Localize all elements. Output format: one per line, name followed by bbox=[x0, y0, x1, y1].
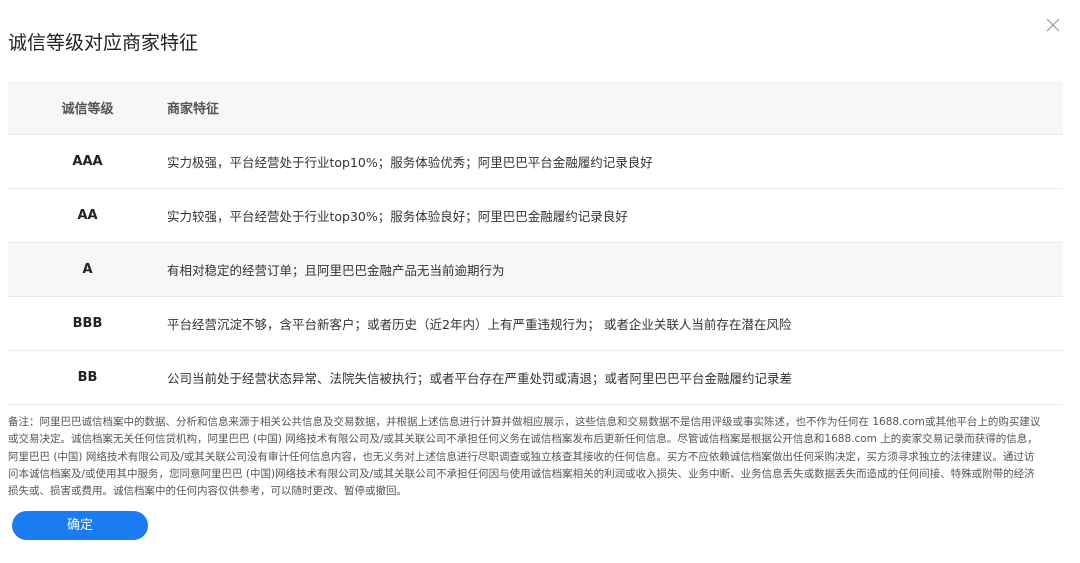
merchant-feature-cell: 公司当前处于经营状态异常、法院失信被执行；或者平台存在严重处罚或清退；或者阿里巴… bbox=[167, 350, 1063, 405]
credit-level-cell: AAA bbox=[8, 134, 167, 189]
credit-level-table: 诚信等级 商家特征 AAA 实力极强，平台经营处于行业top10%；服务体验优秀… bbox=[8, 81, 1063, 405]
merchant-feature-cell: 有相对稳定的经营订单；且阿里巴巴金融产品无当前逾期行为 bbox=[167, 242, 1063, 297]
table-header-row: 诚信等级 商家特征 bbox=[8, 81, 1063, 135]
merchant-feature-cell: 实力较强，平台经营处于行业top30%；服务体验良好；阿里巴巴金融履约记录良好 bbox=[167, 188, 1063, 243]
credit-level-cell: A bbox=[8, 242, 167, 297]
disclaimer-note: 备注：阿里巴巴诚信档案中的数据、分析和信息来源于相关公共信息及交易数据，并根据上… bbox=[8, 416, 1041, 498]
merchant-feature-cell: 实力极强，平台经营处于行业top10%；服务体验优秀；阿里巴巴平台金融履约记录良… bbox=[167, 134, 1063, 189]
close-icon[interactable] bbox=[1043, 15, 1063, 35]
table-row: A 有相对稳定的经营订单；且阿里巴巴金融产品无当前逾期行为 bbox=[8, 242, 1063, 297]
header-credit-level: 诚信等级 bbox=[8, 81, 167, 135]
table-row: BB 公司当前处于经营状态异常、法院失信被执行；或者平台存在严重处罚或清退；或者… bbox=[8, 350, 1063, 405]
credit-level-cell: BBB bbox=[8, 296, 167, 351]
table-row: AA 实力较强，平台经营处于行业top30%；服务体验良好；阿里巴巴金融履约记录… bbox=[8, 188, 1063, 243]
header-merchant-feature: 商家特征 bbox=[167, 81, 1063, 135]
credit-level-cell: AA bbox=[8, 188, 167, 243]
credit-level-dialog: 诚信等级对应商家特征 诚信等级 商家特征 AAA 实力极强，平台经营处于行业to… bbox=[0, 0, 1080, 563]
table-row: AAA 实力极强，平台经营处于行业top10%；服务体验优秀；阿里巴巴平台金融履… bbox=[8, 134, 1063, 189]
merchant-feature-cell: 平台经营沉淀不够，含平台新客户；或者历史（近2年内）上有严重违规行为； 或者企业… bbox=[167, 296, 1063, 351]
confirm-button[interactable]: 确定 bbox=[12, 511, 148, 540]
table-row: BBB 平台经营沉淀不够，含平台新客户；或者历史（近2年内）上有严重违规行为； … bbox=[8, 296, 1063, 351]
dialog-title: 诚信等级对应商家特征 bbox=[8, 32, 199, 54]
credit-level-cell: BB bbox=[8, 350, 167, 405]
